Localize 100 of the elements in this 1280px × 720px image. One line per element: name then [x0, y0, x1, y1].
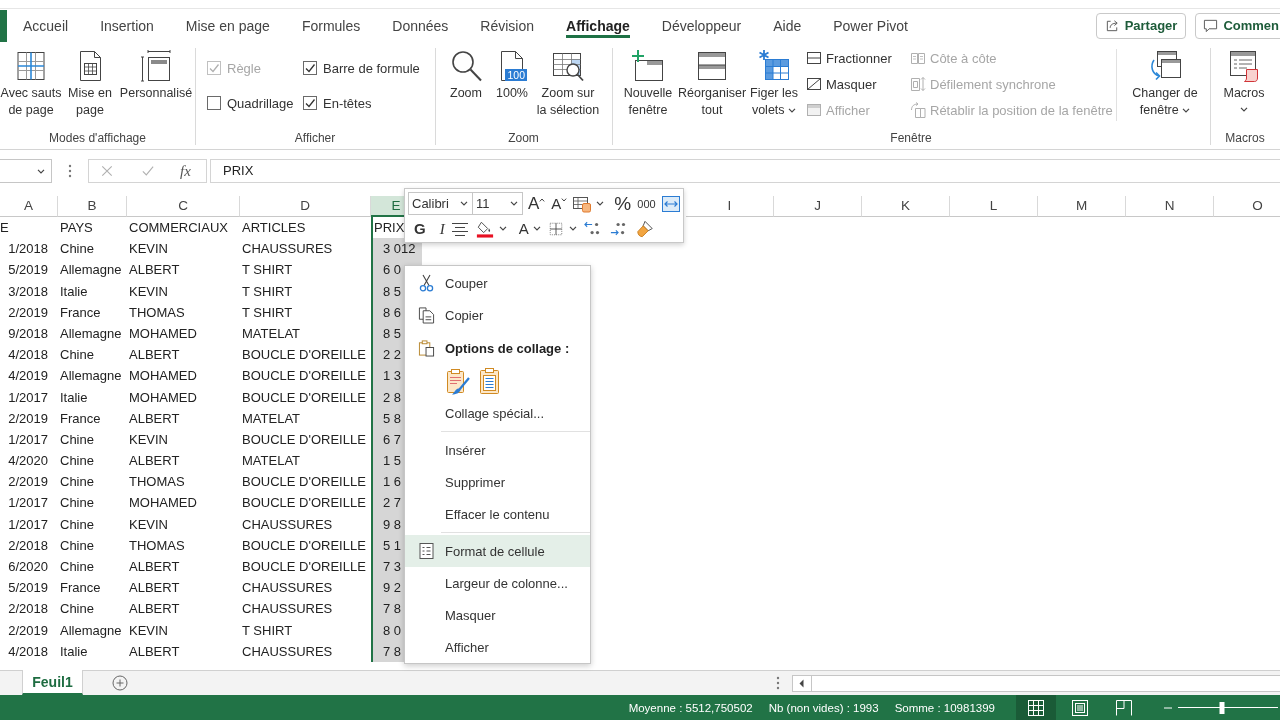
zoom-button[interactable]: Zoom [444, 49, 488, 102]
window-option-button[interactable]: Masquer [806, 71, 910, 97]
share-icon [1104, 18, 1120, 33]
insert-function-button[interactable]: fx [180, 161, 191, 181]
window-button[interactable]: Nouvelle fenêtre [619, 49, 677, 119]
table-cell-text: BOUCLE D'OREILLE [241, 346, 367, 365]
table-cell-text: THOMAS [128, 473, 186, 492]
checkbox-option[interactable]: En-têtes [303, 91, 420, 115]
format-painter-icon[interactable] [634, 219, 655, 238]
view-button[interactable] [1016, 695, 1056, 720]
table-cell-text: BOUCLE D'OREILLE [241, 430, 367, 449]
window-button[interactable]: Figer les volets [747, 49, 801, 119]
column-header[interactable]: I [686, 196, 774, 217]
table-cell-text: Chine [59, 600, 95, 619]
column-header[interactable]: A [0, 196, 58, 217]
align-center-icon[interactable] [450, 220, 469, 237]
paste-options-heading: Options de collage : [445, 340, 570, 356]
checkmark-icon [304, 62, 316, 74]
zoom-button[interactable]: 100 100% [492, 49, 532, 102]
add-sheet-icon[interactable] [112, 675, 128, 691]
table-cell-text: BOUCLE D'OREILLE [241, 494, 367, 513]
ribbon-tab[interactable]: Formules [285, 9, 377, 42]
arrange-windows-icon [695, 49, 729, 83]
thousands-button[interactable]: 000 [637, 192, 656, 215]
ribbon-tab[interactable]: Accueil [7, 9, 85, 42]
table-cell-text: BOUCLE D'OREILLE [241, 367, 367, 386]
ribbon-tab[interactable]: Développeur [645, 9, 758, 42]
page-layout-view-icon [1071, 698, 1089, 717]
window-button[interactable]: Réorganiser tout [677, 49, 747, 119]
zoom-button[interactable]: Zoom sur la sélection [536, 49, 600, 119]
ribbon-tab[interactable]: Données [376, 9, 465, 42]
ribbon-tab[interactable]: Révision [464, 9, 550, 42]
font-color-button[interactable]: A [518, 217, 529, 240]
horizontal-scrollbar[interactable] [792, 674, 1280, 692]
ribbon-tab[interactable]: Power Pivot [817, 9, 924, 42]
caret-icon[interactable] [532, 226, 541, 231]
group-label: Modes d'affichage [48, 130, 147, 147]
ribbon-tab[interactable]: Affichage [550, 9, 646, 42]
checkbox[interactable] [207, 96, 221, 110]
caret-up-icon [539, 197, 546, 202]
table-cell-text: CHAUSSURES [241, 515, 334, 534]
macros-button[interactable]: Macros [1214, 49, 1274, 112]
grow-font-button[interactable]: A [528, 192, 546, 215]
table-cell-text: 2/2019 [7, 473, 49, 492]
checkbox[interactable] [303, 61, 317, 75]
column-header[interactable]: M [1038, 196, 1126, 217]
fill-color-icon[interactable] [474, 219, 495, 238]
column-header[interactable]: J [774, 196, 862, 217]
vertical-dots-icon[interactable] [776, 675, 780, 691]
ribbon-tab[interactable]: Insertion [84, 9, 170, 42]
window-option-button[interactable]: Fractionner [806, 45, 910, 71]
status-average: Moyenne : 5512,750502 [628, 701, 753, 714]
sheet-tab[interactable]: Feuil1 [22, 670, 83, 695]
table-cell-text: Chine [59, 430, 95, 449]
font-size-field[interactable]: 11 [473, 192, 523, 215]
table-cell-text: ALBERT [128, 558, 181, 576]
group-label: Fenêtre [889, 130, 933, 147]
column-header[interactable]: O [1214, 196, 1280, 217]
view-mode-button[interactable]: Personnalisé [118, 49, 194, 102]
table-cell-text: France [59, 579, 102, 598]
table-cell-text: Chine [59, 536, 95, 555]
table-cell-text: Allemagne [59, 261, 123, 280]
caret-icon[interactable] [596, 201, 605, 206]
table-cell-text: ALBERT [128, 452, 181, 471]
caret-icon[interactable] [498, 226, 507, 231]
zoom-slider-thumb[interactable] [1219, 701, 1225, 714]
table-cell-text: ARTICLES [241, 219, 307, 237]
column-header[interactable]: C [127, 196, 240, 217]
paste-icon[interactable] [479, 367, 501, 395]
column-header[interactable]: N [1126, 196, 1214, 217]
menu-item[interactable]: Format de cellule [405, 535, 590, 567]
checkbox[interactable] [303, 96, 317, 110]
switch-window-button[interactable]: Changer de fenêtre [1130, 49, 1200, 119]
column-header[interactable]: K [862, 196, 950, 217]
ribbon-tab[interactable]: Aide [757, 9, 818, 42]
merge-cells-icon[interactable] [660, 194, 681, 213]
caret-icon[interactable] [568, 226, 577, 231]
italic-button[interactable]: I [439, 217, 445, 240]
table-cell-text: Chine [59, 346, 95, 365]
conditional-formatting-icon[interactable] [572, 194, 593, 213]
ribbon-tab[interactable]: Mise en page [169, 9, 286, 42]
table-cell-text: KEVIN [128, 515, 169, 534]
column-header[interactable]: L [950, 196, 1038, 217]
scroll-left-icon[interactable] [792, 674, 812, 692]
font-field[interactable]: Calibri [408, 192, 473, 215]
table-cell-text: 9/2018 [7, 324, 49, 343]
share-button[interactable]: Partager [1095, 12, 1187, 39]
paste-formatting-icon[interactable] [445, 367, 471, 395]
formula-input[interactable]: PRIX [210, 159, 1280, 183]
column-header[interactable]: B [58, 196, 127, 217]
checkbox-option[interactable]: Quadrillage [207, 91, 303, 115]
percent-button[interactable]: % [614, 192, 632, 215]
shrink-font-button[interactable]: A [551, 192, 568, 215]
view-mode-button[interactable]: Avec sauts de page [0, 49, 62, 119]
comments-button[interactable]: Commen [1195, 12, 1280, 39]
table-cell-text: ALBERT [128, 600, 181, 619]
view-mode-button[interactable]: Mise en page [62, 49, 118, 119]
table-cell-text: 4/2019 [7, 367, 49, 386]
checkbox-option[interactable]: Barre de formule [303, 56, 420, 80]
status-count: Nb (non vides) : 1993 [768, 701, 879, 714]
